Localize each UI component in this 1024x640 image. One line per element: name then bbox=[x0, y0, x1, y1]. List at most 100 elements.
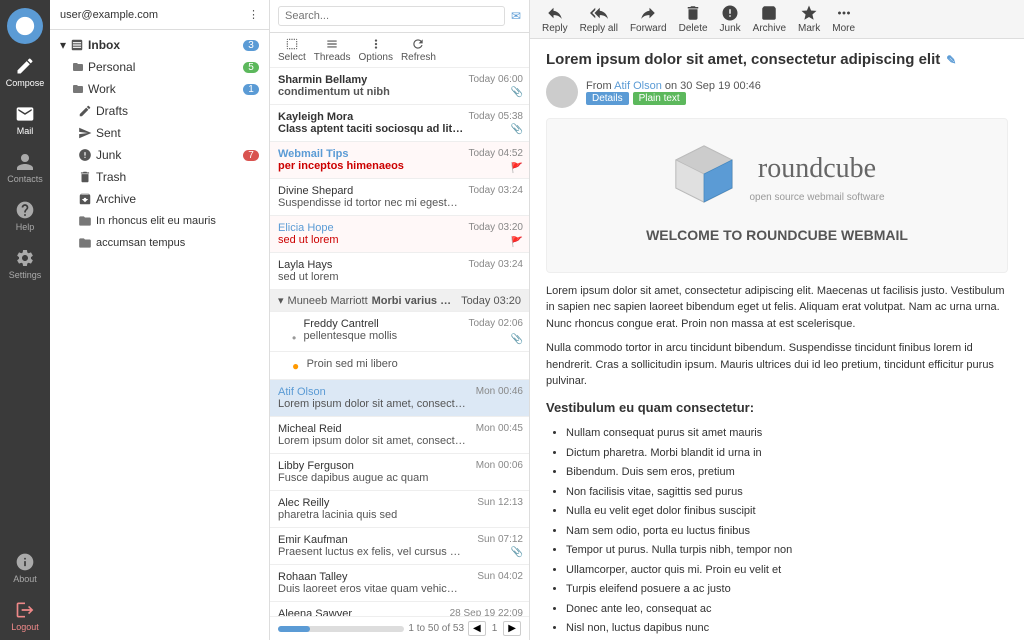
email-meta-links: Details Plain text bbox=[586, 92, 761, 105]
sidebar-item-help[interactable]: Help bbox=[0, 192, 50, 240]
list-item: Dictum pharetra. Morbi blandit id urna i… bbox=[566, 445, 1008, 462]
folder-sent[interactable]: Sent bbox=[50, 122, 269, 144]
toolbar-forward[interactable]: Forward bbox=[630, 4, 667, 34]
toolbar-threads-label: Threads bbox=[314, 52, 351, 63]
mail-header-menu-icon[interactable]: ⋮ bbox=[248, 8, 259, 21]
msg-time: Sun 07:12 bbox=[477, 534, 523, 545]
mail-header: user@example.com ⋮ bbox=[50, 0, 269, 30]
folder-junk[interactable]: Junk 7 bbox=[50, 144, 269, 166]
toolbar-junk[interactable]: Junk bbox=[720, 4, 741, 34]
folder-sent-label: Sent bbox=[96, 126, 121, 140]
message-list-footer: 1 to 50 of 53 ◀ 1 ▶ bbox=[270, 616, 529, 640]
search-input[interactable] bbox=[278, 6, 505, 26]
sidebar-item-compose[interactable]: Compose bbox=[0, 48, 50, 96]
list-item[interactable]: Emir Kaufman Praesent luctus ex felis, v… bbox=[270, 528, 529, 565]
folder-personal-badge: 5 bbox=[243, 62, 259, 73]
list-item[interactable]: • Freddy Cantrell pellentesque mollis To… bbox=[270, 312, 529, 352]
list-item[interactable]: Kayleigh Mora Class aptent taciti socios… bbox=[270, 105, 529, 142]
list-item[interactable]: Webmail Tips per inceptos himenaeos Toda… bbox=[270, 142, 529, 179]
thread-group-header[interactable]: ▾ Muneeb Marriott Morbi varius nunc sit … bbox=[270, 290, 529, 312]
sidebar-item-settings[interactable]: Settings bbox=[0, 240, 50, 288]
toolbar-refresh[interactable]: Refresh bbox=[401, 37, 436, 63]
list-item: Nulla eu velit eget dolor finibus suscip… bbox=[566, 503, 1008, 520]
folder-drafts[interactable]: Drafts bbox=[50, 100, 269, 122]
toolbar-threads[interactable]: Threads bbox=[314, 37, 351, 63]
email-list: Nullam consequat purus sit amet mauris D… bbox=[546, 425, 1008, 640]
sidebar-item-contacts[interactable]: Contacts bbox=[0, 144, 50, 192]
sidebar-item-mail[interactable]: Mail bbox=[0, 96, 50, 144]
list-item[interactable]: Sharmin Bellamy condimentum ut nibh Toda… bbox=[270, 68, 529, 105]
msg-subject: Class aptent taciti sociosqu ad litora t… bbox=[278, 123, 468, 135]
sidebar-item-logout[interactable]: Logout bbox=[0, 592, 50, 640]
toolbar-select[interactable]: Select bbox=[278, 37, 306, 63]
pagination-info: 1 to 50 of 53 bbox=[408, 623, 464, 634]
msg-bullet: ● bbox=[292, 359, 299, 373]
msg-attach-icon: 📎 bbox=[511, 124, 523, 135]
folder-in-rhoncus[interactable]: In rhoncus elit eu mauris bbox=[50, 210, 269, 232]
subject-edit-icon[interactable]: ✎ bbox=[946, 53, 956, 67]
email-meta: From Atif Olson on 30 Sep 19 00:46 Detai… bbox=[546, 76, 1008, 108]
folder-archive[interactable]: Archive bbox=[50, 188, 269, 210]
details-link[interactable]: Details bbox=[586, 92, 629, 105]
reading-content: Lorem ipsum dolor sit amet, consectetur … bbox=[530, 39, 1024, 640]
list-item[interactable]: Divine Shepard Suspendisse id tortor nec… bbox=[270, 179, 529, 216]
list-item[interactable]: Aleena Sawyer Aenean lobortis, nibh at f… bbox=[270, 602, 529, 616]
list-item[interactable]: Rohaan Talley Duis laoreet eros vitae qu… bbox=[270, 565, 529, 602]
pagination-page: 1 bbox=[488, 623, 502, 634]
sidebar-item-about[interactable]: About bbox=[0, 544, 50, 592]
folder-work[interactable]: Work 1 bbox=[50, 78, 269, 100]
toolbar-refresh-label: Refresh bbox=[401, 52, 436, 63]
toolbar-delete[interactable]: Delete bbox=[679, 4, 708, 34]
msg-subject: condimentum ut nibh bbox=[278, 86, 458, 98]
thread-sender: Muneeb Marriott bbox=[288, 295, 368, 307]
folder-junk-label: Junk bbox=[96, 148, 121, 162]
msg-sender: Freddy Cantrell bbox=[304, 318, 398, 330]
list-item[interactable]: ● Proin sed mi libero bbox=[270, 352, 529, 380]
search-compose-icon[interactable]: ✉ bbox=[511, 9, 521, 23]
list-item: Bibendum. Duis sem eros, pretium bbox=[566, 464, 1008, 481]
pagination-next[interactable]: ▶ bbox=[503, 621, 521, 636]
msg-time: Today 04:52 bbox=[469, 148, 524, 159]
from-name-link[interactable]: Atif Olson bbox=[614, 80, 662, 92]
msg-subject: Duis laoreet eros vitae quam vehicula he… bbox=[278, 583, 458, 595]
list-item[interactable]: Layla Hays sed ut lorem Today 03:24 bbox=[270, 253, 529, 290]
reading-pane: Reply Reply all Forward Delete Junk Arch… bbox=[530, 0, 1024, 640]
toolbar-more[interactable]: More bbox=[832, 4, 855, 34]
list-item[interactable]: Libby Ferguson Fusce dapibus augue ac qu… bbox=[270, 454, 529, 491]
toolbar-reply-all[interactable]: Reply all bbox=[580, 4, 618, 34]
msg-time: Mon 00:46 bbox=[476, 386, 523, 397]
toolbar-reply[interactable]: Reply bbox=[542, 4, 568, 34]
pagination-prev[interactable]: ◀ bbox=[468, 621, 486, 636]
folder-personal[interactable]: Personal 5 bbox=[50, 56, 269, 78]
plain-text-link[interactable]: Plain text bbox=[633, 92, 686, 105]
msg-time: 28 Sep 19 22:09 bbox=[450, 608, 523, 616]
toolbar-select-label: Select bbox=[278, 52, 306, 63]
roundcube-cube-icon bbox=[669, 139, 739, 215]
pagination-controls[interactable]: ◀ 1 ▶ bbox=[468, 621, 521, 636]
folder-work-badge: 1 bbox=[243, 84, 259, 95]
toolbar-mark[interactable]: Mark bbox=[798, 4, 820, 34]
folder-personal-label: Personal bbox=[88, 60, 135, 74]
email-subject: Lorem ipsum dolor sit amet, consectetur … bbox=[546, 51, 1008, 68]
folder-inbox-badge: 3 bbox=[243, 40, 259, 51]
list-item[interactable]: Alec Reilly pharetra lacinia quis sed Su… bbox=[270, 491, 529, 528]
mail-panel: user@example.com ⋮ ▾ Inbox 3 Personal 5 … bbox=[50, 0, 270, 640]
thread-expand-icon: ▾ bbox=[278, 294, 284, 307]
msg-subject: Proin sed mi libero bbox=[307, 358, 398, 370]
list-item[interactable]: Micheal Reid Lorem ipsum dolor sit amet,… bbox=[270, 417, 529, 454]
list-item: Non facilisis vitae, sagittis sed purus bbox=[566, 484, 1008, 501]
email-body-intro: Lorem ipsum dolor sit amet, consectetur … bbox=[546, 283, 1008, 333]
user-email: user@example.com bbox=[60, 9, 158, 21]
folder-trash[interactable]: Trash bbox=[50, 166, 269, 188]
list-item[interactable]: Atif Olson Lorem ipsum dolor sit amet, c… bbox=[270, 380, 529, 417]
folder-archive-label: Archive bbox=[96, 192, 136, 206]
app-logo bbox=[7, 8, 43, 44]
folder-accumsan[interactable]: accumsan tempus bbox=[50, 232, 269, 254]
msg-subject: pellentesque mollis bbox=[304, 330, 398, 342]
list-item: Nisl non, luctus dapibus nunc bbox=[566, 620, 1008, 637]
email-list-header: Vestibulum eu quam consectetur: bbox=[546, 398, 1008, 418]
toolbar-options[interactable]: Options bbox=[358, 37, 392, 63]
toolbar-archive[interactable]: Archive bbox=[753, 4, 786, 34]
folder-inbox[interactable]: ▾ Inbox 3 bbox=[50, 34, 269, 56]
list-item[interactable]: Elicia Hope sed ut lorem Today 03:20 🚩 bbox=[270, 216, 529, 253]
